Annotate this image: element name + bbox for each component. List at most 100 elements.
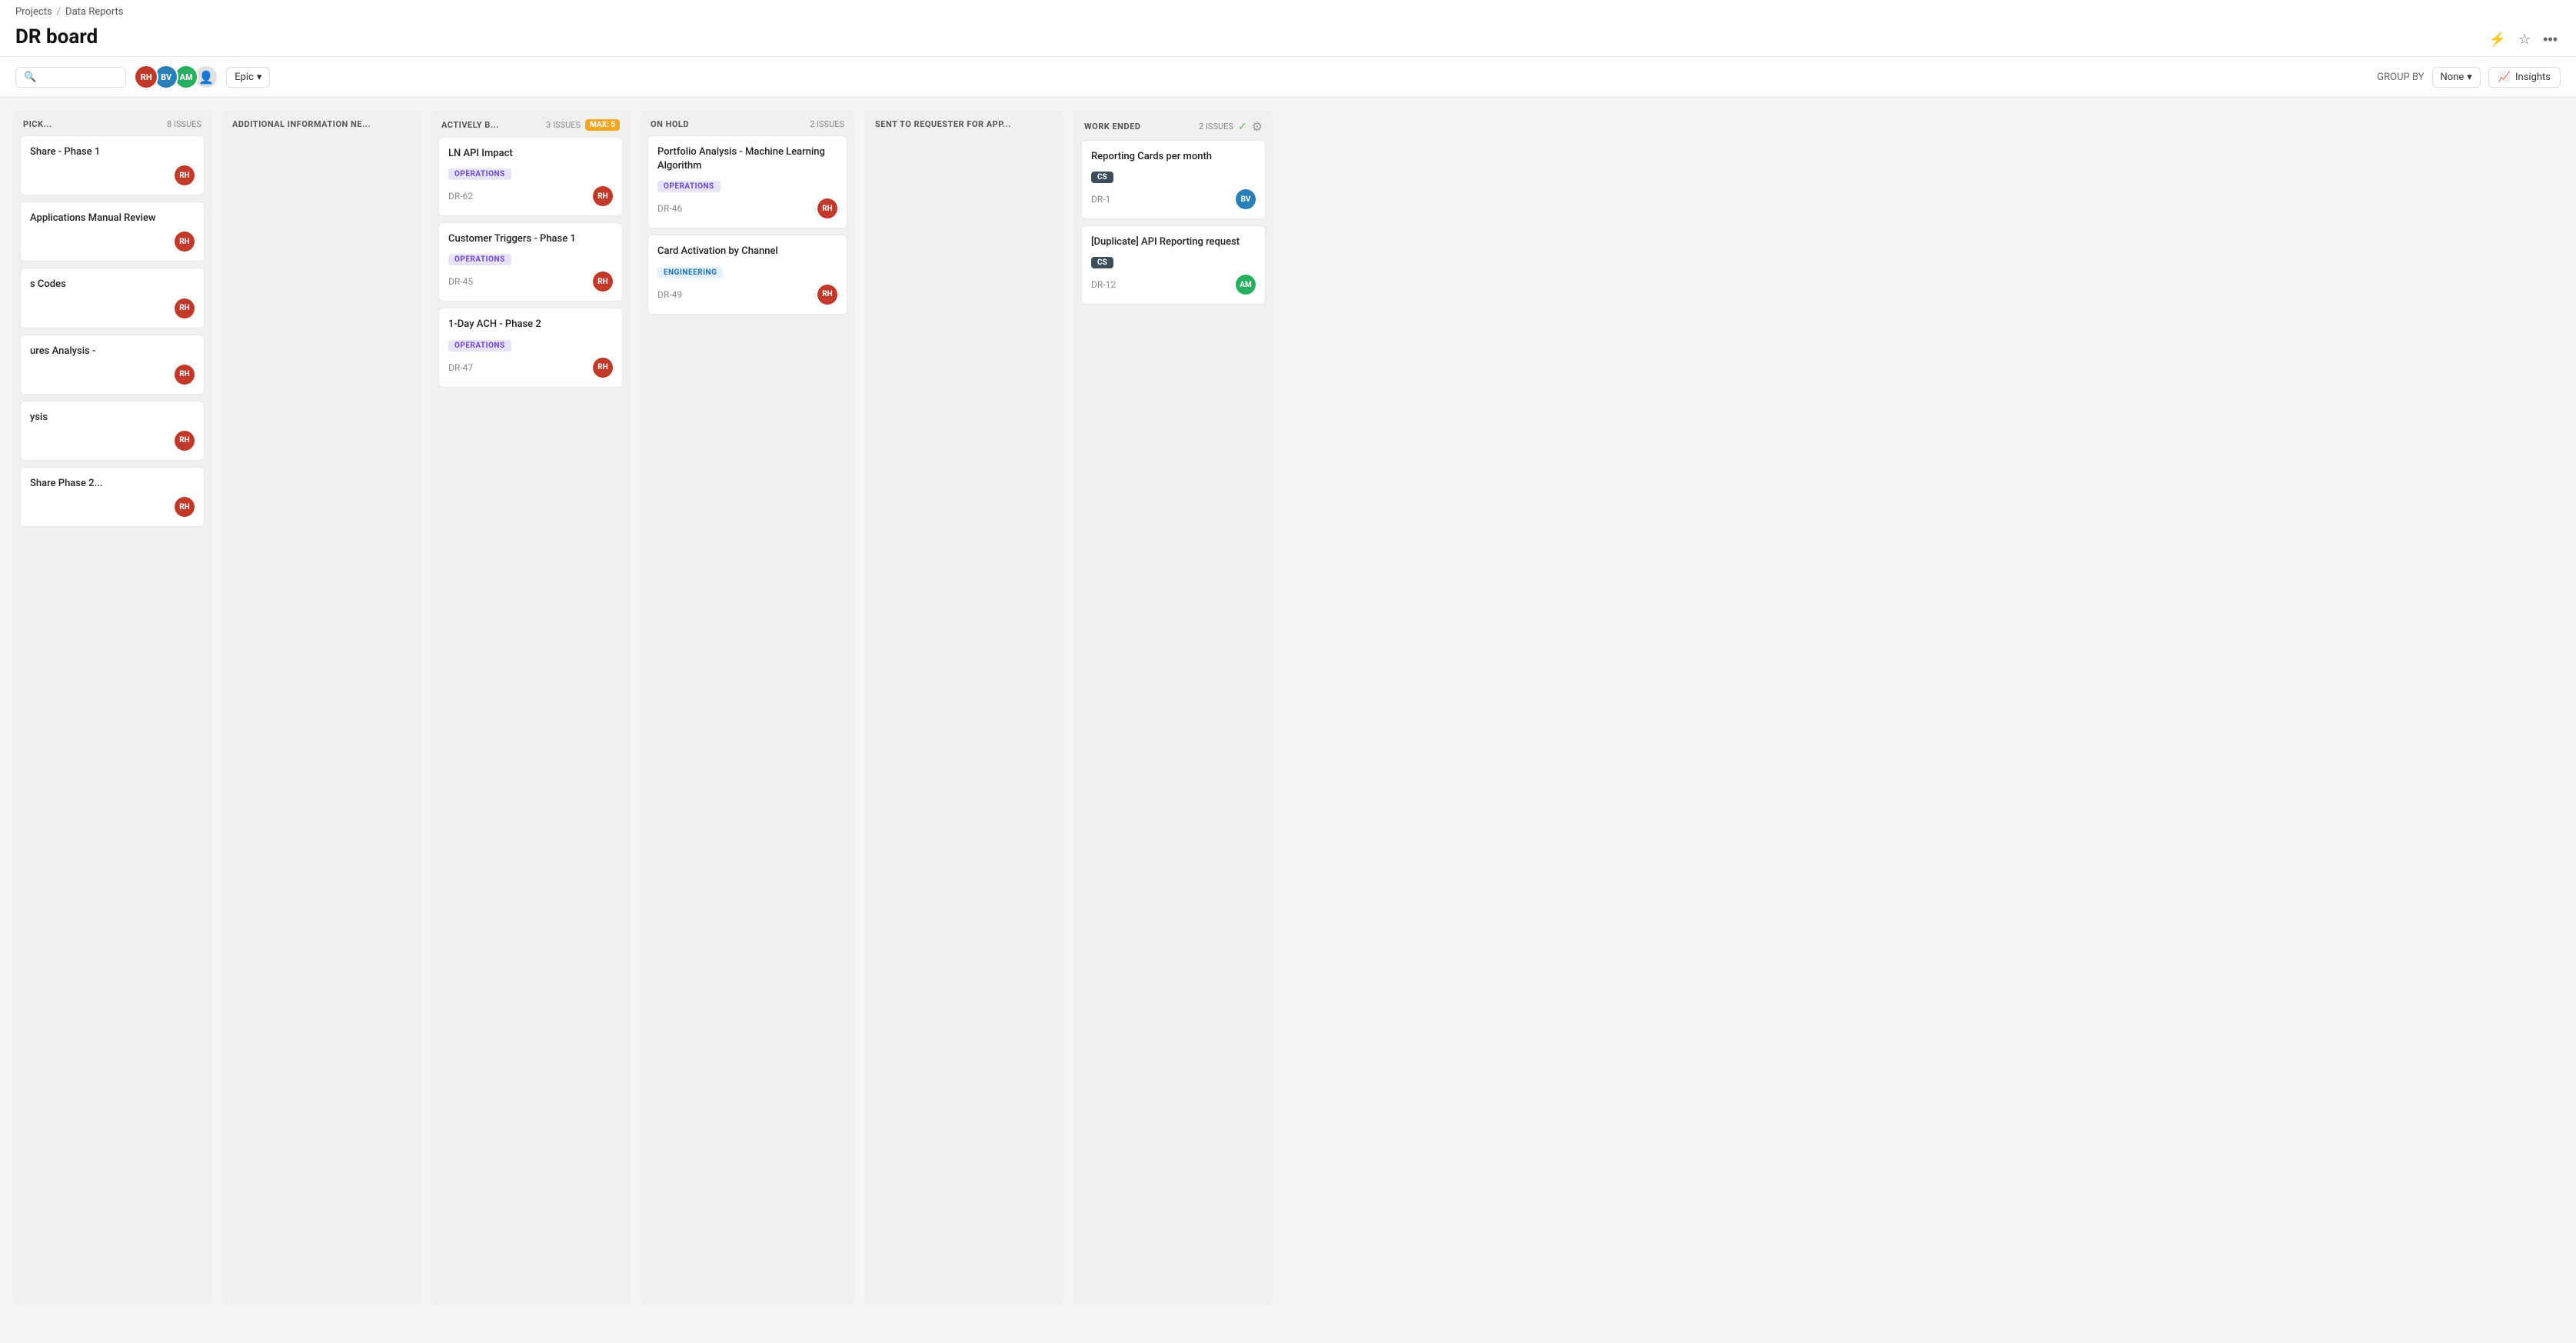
card[interactable]: [Duplicate] API Reporting request CS DR-12… xyxy=(1081,225,1266,305)
avatars-group: RH BV AM 👤 xyxy=(134,65,218,89)
card-tag: OPERATIONS xyxy=(448,168,511,180)
card-avatar: RH xyxy=(817,198,837,218)
card[interactable]: Card Activation by Channel ENGINEERING DR-… xyxy=(647,235,847,314)
card-avatar: RH xyxy=(175,497,195,517)
card-title: Customer Triggers - Phase 1 xyxy=(448,232,613,246)
column-count-pick: 8 ISSUES xyxy=(167,119,201,129)
card[interactable]: 1-Day ACH - Phase 2OPERATIONSDR-47RH xyxy=(438,308,623,387)
star-icon-button[interactable]: ☆ xyxy=(2515,28,2534,51)
column-workended: WORK ENDED 2 ISSUES ✓ ⚙ Reporting Cards per … xyxy=(1073,110,1273,1305)
epic-chevron-icon: ▾ xyxy=(257,72,262,83)
column-header-onhold: ON HOLD 2 ISSUES xyxy=(640,110,855,135)
column-pick: PICK...8 ISSUESShare - Phase 1RHApplicat… xyxy=(12,110,212,1305)
page-title: DR board xyxy=(15,22,98,56)
card-id: DR-46 xyxy=(657,203,682,214)
board: PICK...8 ISSUESShare - Phase 1RHApplicat… xyxy=(12,98,2564,1318)
card[interactable]: Portfolio Analysis - Machine Learning Al… xyxy=(647,135,847,228)
card-footer: DR-46 RH xyxy=(657,198,837,218)
breadcrumb: Projects / Data Reports xyxy=(15,6,2561,22)
card-id: DR-45 xyxy=(448,276,473,287)
cards-workended: Reporting Cards per monthCSDR-1BV[Duplic… xyxy=(1073,140,1273,1305)
card-title: 1-Day ACH - Phase 2 xyxy=(448,318,613,332)
avatar-rh[interactable]: RH xyxy=(134,65,158,89)
toolbar: 🔍 RH BV AM 👤 Epic ▾ GROUP BY None ▾ 📈 In… xyxy=(0,57,2576,98)
card-title: Applications Manual Review xyxy=(30,212,195,225)
card-footer: DR-45RH xyxy=(448,272,613,292)
search-box[interactable]: 🔍 xyxy=(15,67,126,88)
column-additional: ADDITIONAL INFORMATION NE... xyxy=(221,110,421,1305)
column-title-actively: ACTIVELY B... xyxy=(441,120,541,130)
breadcrumb-data-reports[interactable]: Data Reports xyxy=(65,6,123,18)
card-avatar: RH xyxy=(175,431,195,451)
card-footer: RH xyxy=(30,165,195,185)
card-tag: OPERATIONS xyxy=(448,340,511,352)
card[interactable]: Applications Manual Review RH xyxy=(20,202,205,262)
card[interactable]: ysis RH xyxy=(20,401,205,461)
column-count-onhold: 2 ISSUES xyxy=(810,119,844,129)
epic-label: Epic xyxy=(235,72,254,83)
card-tag: OPERATIONS xyxy=(448,254,511,265)
breadcrumb-projects[interactable]: Projects xyxy=(15,6,52,18)
column-onhold: ON HOLD 2 ISSUES Portfolio Analysis - Mach… xyxy=(640,110,855,1305)
card-title: Card Activation by Channel xyxy=(657,245,837,258)
card-footer: RH xyxy=(30,365,195,385)
card-footer: RH xyxy=(30,232,195,252)
group-by-select[interactable]: None ▾ xyxy=(2432,67,2481,88)
checkmark-workended: ✓ xyxy=(1238,121,1247,133)
card-title: ures Analysis - xyxy=(30,345,195,358)
card[interactable]: Share Phase 2...RH xyxy=(20,467,205,527)
card-footer: DR-49RH xyxy=(657,285,837,305)
column-header-workended: WORK ENDED 2 ISSUES ✓ ⚙ xyxy=(1073,110,1273,140)
card-avatar: RH xyxy=(175,365,195,385)
card-footer: DR-12AM xyxy=(1091,275,1256,295)
cards-pick: Share - Phase 1RHApplications Manual Rev… xyxy=(12,135,212,1305)
insights-label: Insights xyxy=(2515,72,2551,83)
card-avatar: RH xyxy=(593,358,613,378)
card[interactable]: ures Analysis - RH xyxy=(20,335,205,395)
card-footer: DR-1BV xyxy=(1091,189,1256,209)
card-avatar: RH xyxy=(175,165,195,185)
column-header-actively: ACTIVELY B...3 ISSUESMAX: 5 xyxy=(431,110,631,137)
card-title: Share - Phase 1 xyxy=(30,145,195,159)
column-title-pick: PICK... xyxy=(23,119,162,129)
card[interactable]: Reporting Cards per monthCSDR-1BV xyxy=(1081,140,1266,219)
search-icon: 🔍 xyxy=(24,72,36,83)
column-title-workended: WORK ENDED xyxy=(1084,122,1194,132)
card-title: ysis xyxy=(30,411,195,425)
card-tag: ENGINEERING xyxy=(657,267,723,278)
column-actively: ACTIVELY B...3 ISSUESMAX: 5LN API Impact… xyxy=(431,110,631,1305)
card[interactable]: Customer Triggers - Phase 1 OPERATIONS DR-… xyxy=(438,222,623,302)
insights-button[interactable]: 📈 Insights xyxy=(2488,67,2561,88)
gear-icon[interactable]: ⚙ xyxy=(1252,119,1263,134)
card-avatar: RH xyxy=(175,232,195,252)
card-avatar: RH xyxy=(593,186,613,206)
epic-filter[interactable]: Epic ▾ xyxy=(226,67,270,88)
card[interactable]: Share - Phase 1 RH xyxy=(20,135,205,195)
card-avatar: RH xyxy=(175,298,195,318)
cards-additional xyxy=(221,135,421,1305)
column-count-workended: 2 ISSUES xyxy=(1199,122,1233,132)
card-title: LN API Impact xyxy=(448,147,613,161)
card-title: [Duplicate] API Reporting request xyxy=(1091,235,1256,249)
card-title: s Codes xyxy=(30,278,195,292)
column-title-additional: ADDITIONAL INFORMATION NE... xyxy=(232,119,406,129)
card-footer: DR-62 RH xyxy=(448,186,613,206)
column-header-sent: SENT TO REQUESTER FOR APP... xyxy=(864,110,1064,135)
more-options-button[interactable]: ••• xyxy=(2540,28,2561,51)
cards-onhold: Portfolio Analysis - Machine Learning Al… xyxy=(640,135,855,1305)
card-id: DR-1 xyxy=(1091,194,1110,205)
card[interactable]: s Codes RH xyxy=(20,268,205,328)
card-footer: RH xyxy=(30,298,195,318)
search-input[interactable] xyxy=(41,72,118,83)
card-id: DR-12 xyxy=(1091,279,1116,290)
column-title-onhold: ON HOLD xyxy=(651,119,805,129)
card[interactable]: LN API Impact OPERATIONS DR-62 RH xyxy=(438,137,623,216)
group-by-chevron-icon: ▾ xyxy=(2467,72,2472,83)
card-title: Reporting Cards per month xyxy=(1091,150,1256,164)
group-by-label: GROUP BY xyxy=(2377,72,2424,83)
card-tag: CS xyxy=(1091,257,1113,268)
card-avatar: RH xyxy=(817,285,837,305)
card-id: DR-62 xyxy=(448,191,473,202)
column-sent: SENT TO REQUESTER FOR APP... xyxy=(864,110,1064,1305)
lightning-icon-button[interactable]: ⚡ xyxy=(2486,28,2509,51)
